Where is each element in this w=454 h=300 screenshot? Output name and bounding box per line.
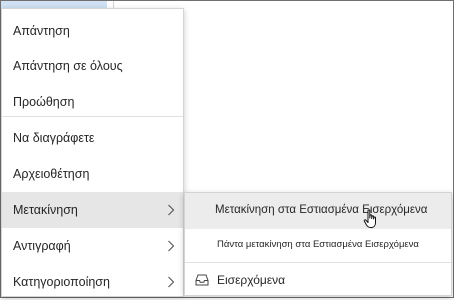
context-menu: Απάντηση Απάντηση σε όλους Προώθηση Να δ…: [1, 8, 184, 297]
menu-item-copy[interactable]: Αντιγραφή: [2, 228, 183, 264]
menu-item-forward[interactable]: Προώθηση: [2, 84, 183, 120]
menu-item-label: Απάντηση: [13, 24, 70, 38]
menu-item-reply-all[interactable]: Απάντηση σε όλους: [2, 48, 183, 84]
hand-cursor-icon: [363, 209, 379, 229]
move-submenu: Μετακίνηση στα Εστιασμένα Εισερχόμενα Πά…: [184, 192, 452, 296]
menu-item-label: Απάντηση σε όλους: [13, 59, 123, 73]
menu-item-label: Κατηγοριοποίηση: [13, 275, 110, 289]
menu-item-reply[interactable]: Απάντηση: [2, 13, 183, 49]
menu-item-label: Προώθηση: [13, 95, 75, 109]
submenu-separator: [185, 262, 451, 263]
chevron-right-icon: [166, 264, 176, 300]
menu-item-categorize[interactable]: Κατηγοριοποίηση: [2, 264, 183, 300]
menu-item-label: Να διαγράφετε: [13, 131, 95, 145]
menu-item-label: Μετακίνηση: [13, 203, 78, 217]
chevron-right-icon: [166, 192, 176, 228]
submenu-item-label: Μετακίνηση στα Εστιασμένα Εισερχόμενα: [215, 204, 428, 216]
menu-item-delete[interactable]: Να διαγράφετε: [2, 120, 183, 156]
menu-item-archive[interactable]: Αρχειοθέτηση: [2, 156, 183, 192]
menu-separator: [2, 116, 183, 117]
submenu-item-move-to-focused[interactable]: Μετακίνηση στα Εστιασμένα Εισερχόμενα: [185, 193, 451, 229]
submenu-item-label: Εισερχόμενα: [217, 273, 286, 287]
menu-item-move[interactable]: Μετακίνηση: [2, 192, 183, 228]
submenu-item-label: Πάντα μετακίνηση στα Εστιασμένα Εισερχόμ…: [217, 239, 419, 250]
submenu-item-always-move-to-focused[interactable]: Πάντα μετακίνηση στα Εστιασμένα Εισερχόμ…: [185, 229, 451, 262]
menu-item-label: Αρχειοθέτηση: [13, 167, 90, 181]
menu-item-label: Αντιγραφή: [13, 239, 71, 253]
chevron-right-icon: [166, 228, 176, 264]
submenu-item-inbox[interactable]: Εισερχόμενα: [185, 266, 451, 294]
inbox-icon: [195, 273, 209, 286]
